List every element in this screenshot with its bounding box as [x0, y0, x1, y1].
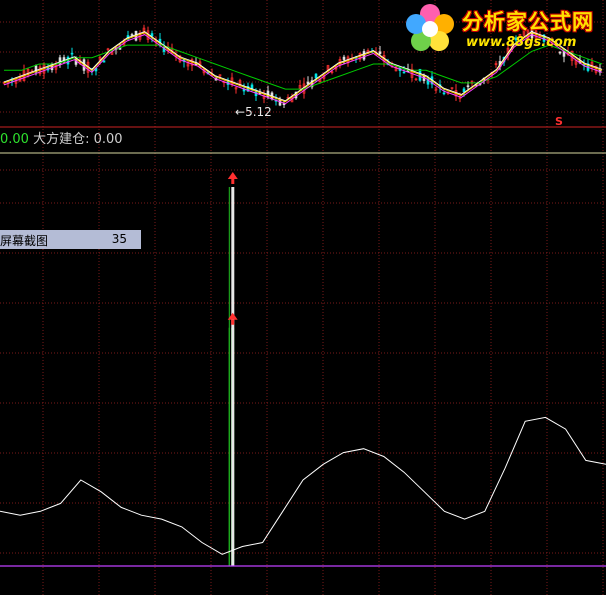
watermark-name: 分析家公式网: [462, 10, 594, 34]
candle-body: [150, 33, 154, 37]
candle-body: [130, 34, 134, 36]
low-price-pointer: ←: [235, 105, 246, 119]
indicator-label-2: 大方建仓:: [33, 132, 90, 147]
tooltip-label: 屏幕截图: [0, 234, 49, 248]
chart-stage[interactable]: [0, 0, 606, 595]
low-price-marker: ←5.12: [235, 105, 272, 119]
candle-body: [462, 88, 466, 92]
indicator-line: [0, 416, 606, 555]
candle-body: [402, 71, 406, 74]
candle-body: [342, 56, 346, 60]
tooltip-value: 35: [111, 232, 127, 246]
indicator-readout: 0.00 大方建仓: 0.00: [0, 128, 123, 147]
flower-icon: [406, 4, 454, 51]
indicator-value-1: 0.00: [0, 132, 29, 147]
candle-body: [314, 73, 318, 79]
up-arrow-stem: [231, 319, 235, 325]
up-arrow-stem: [231, 179, 235, 184]
low-price-value: 5.12: [245, 105, 272, 119]
screenshot-tooltip: 屏幕截图 35: [0, 230, 141, 249]
watermark-url: www.88gs.com: [466, 35, 577, 50]
watermark-logo: 分析家公式网 www.88gs.com: [404, 2, 606, 54]
signal-bars: [228, 187, 235, 566]
candle-body: [102, 60, 106, 63]
signal-bar: [231, 187, 235, 566]
candle-body: [70, 52, 74, 55]
candle-body: [442, 92, 446, 95]
indicator-value-2: 0.00: [93, 132, 123, 147]
candle-body: [378, 51, 382, 55]
up-arrow-icon: [227, 172, 238, 179]
sell-signal-mark: S: [555, 115, 563, 128]
candle-body: [466, 85, 470, 88]
